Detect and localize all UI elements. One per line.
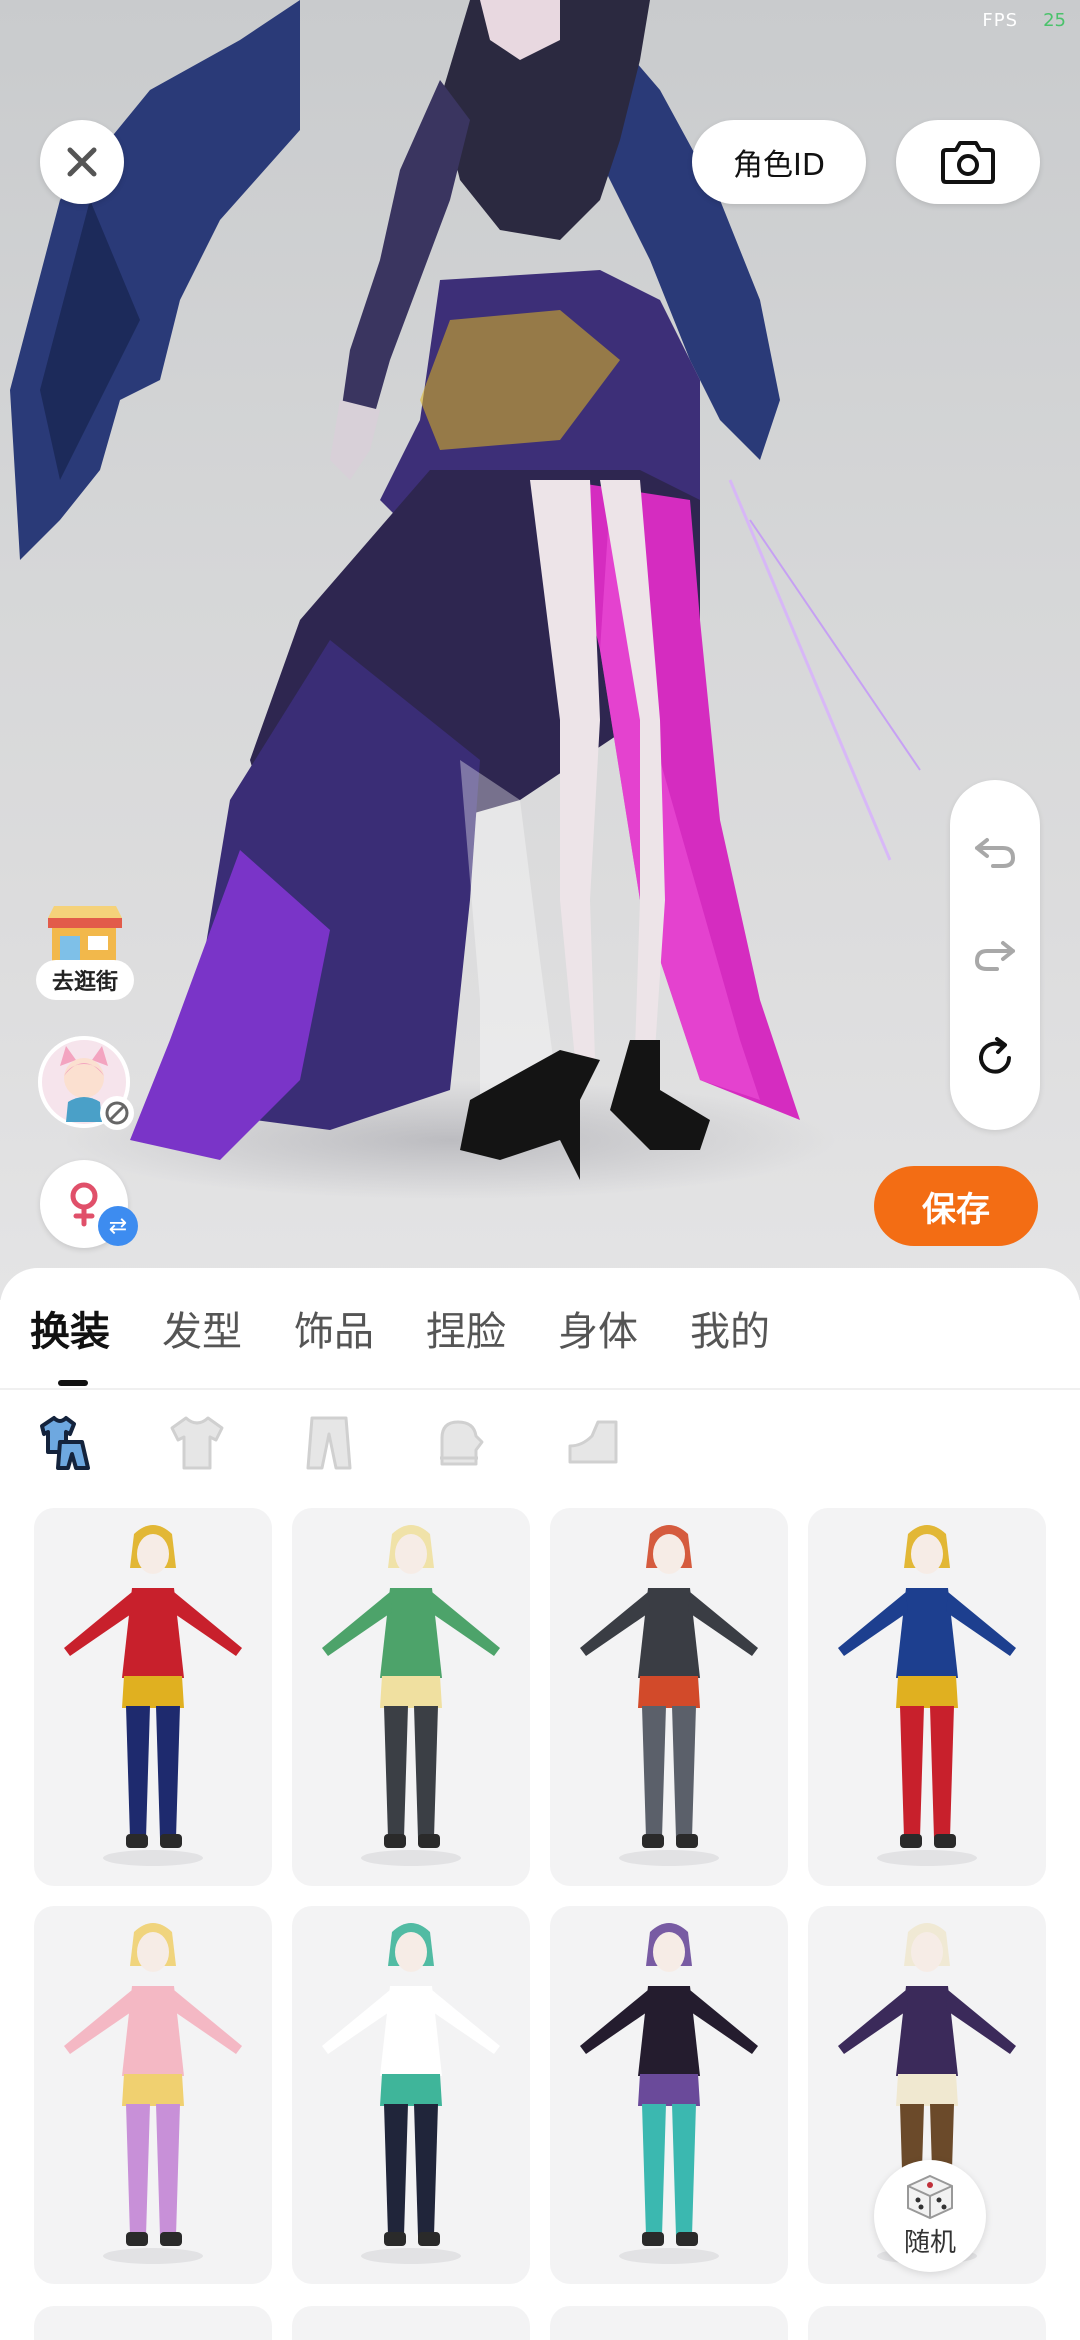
camera-icon — [941, 141, 995, 184]
go-shopping-label: 去逛街 — [36, 960, 134, 1000]
reset-button[interactable] — [965, 1028, 1025, 1088]
outfit-card[interactable] — [808, 2306, 1046, 2340]
outfit-card[interactable] — [292, 2306, 530, 2340]
outfit-card[interactable] — [34, 1906, 272, 2284]
green-kimono-outfit — [322, 1525, 500, 1866]
category-tabs: 换装 发型 饰品 捏脸 身体 我的 — [30, 1296, 770, 1386]
outfit-card[interactable] — [550, 2306, 788, 2340]
pants-icon — [306, 1416, 352, 1470]
outfit-card[interactable] — [292, 1508, 530, 1886]
outfit-card[interactable] — [34, 2306, 272, 2340]
pink-cat-costume — [64, 1923, 242, 2264]
random-label: 随机 — [903, 2227, 956, 2258]
subcat-tops[interactable] — [166, 1412, 228, 1474]
subcat-shoes[interactable] — [562, 1412, 624, 1474]
gloves-icon — [440, 1420, 484, 1466]
outfit-set-icon — [40, 1416, 90, 1470]
history-panel — [950, 780, 1040, 1130]
save-button[interactable]: 保存 — [874, 1166, 1038, 1246]
refresh-icon — [979, 1037, 1011, 1074]
next-outfit-row — [34, 2306, 1046, 2340]
close-icon — [67, 147, 97, 177]
tab-divider — [0, 1388, 1080, 1390]
subcat-outfit-set[interactable] — [34, 1412, 96, 1474]
avatar-button[interactable] — [38, 1036, 134, 1130]
subcat-gloves[interactable] — [430, 1412, 492, 1474]
swap-gender-icon[interactable]: ⇄ — [98, 1206, 138, 1246]
undo-icon — [975, 837, 1015, 868]
track-suit-outfit — [322, 1923, 500, 2264]
fps-label: FPS — [982, 10, 1018, 31]
go-shopping-button[interactable]: 去逛街 — [36, 900, 134, 1000]
tab-accessories[interactable]: 饰品 — [294, 1296, 374, 1376]
tab-mine[interactable]: 我的 — [690, 1296, 770, 1376]
outfit-card[interactable] — [34, 1508, 272, 1886]
random-button[interactable]: 随机 — [874, 2160, 986, 2272]
outfit-card[interactable] — [550, 1508, 788, 1886]
hero-red-gold-outfit — [64, 1525, 242, 1866]
fps-value: 25 — [1043, 10, 1066, 31]
camera-button[interactable] — [896, 120, 1040, 204]
close-button[interactable] — [40, 120, 124, 204]
outfit-card[interactable] — [808, 1508, 1046, 1886]
character-preview-viewport[interactable]: FPS 25 角色ID 去逛街 ⇄ 保存 — [0, 0, 1080, 1300]
black-combat-outfit — [580, 1525, 758, 1866]
tab-outfit[interactable]: 换装 — [30, 1296, 110, 1386]
dice-icon — [907, 2174, 953, 2219]
redo-button[interactable] — [965, 925, 1025, 985]
top-shirt-icon — [170, 1416, 224, 1470]
undo-button[interactable] — [965, 822, 1025, 882]
outfit-card[interactable] — [550, 1906, 788, 2284]
tab-body[interactable]: 身体 — [558, 1296, 638, 1376]
blue-red-hero-outfit — [838, 1525, 1016, 1866]
tab-face[interactable]: 捏脸 — [426, 1296, 506, 1376]
dark-gothic-dress — [580, 1923, 758, 2264]
tab-hairstyle[interactable]: 发型 — [162, 1296, 242, 1376]
hide-icon — [105, 1101, 129, 1125]
subcategory-bar — [34, 1412, 624, 1474]
role-id-button[interactable]: 角色ID — [692, 120, 866, 204]
shoes-icon — [568, 1420, 618, 1464]
hidden-badge — [100, 1096, 134, 1130]
outfit-grid — [34, 1508, 1048, 2284]
outfit-card[interactable] — [292, 1906, 530, 2284]
subcat-bottoms[interactable] — [298, 1412, 360, 1474]
redo-icon — [975, 940, 1015, 971]
